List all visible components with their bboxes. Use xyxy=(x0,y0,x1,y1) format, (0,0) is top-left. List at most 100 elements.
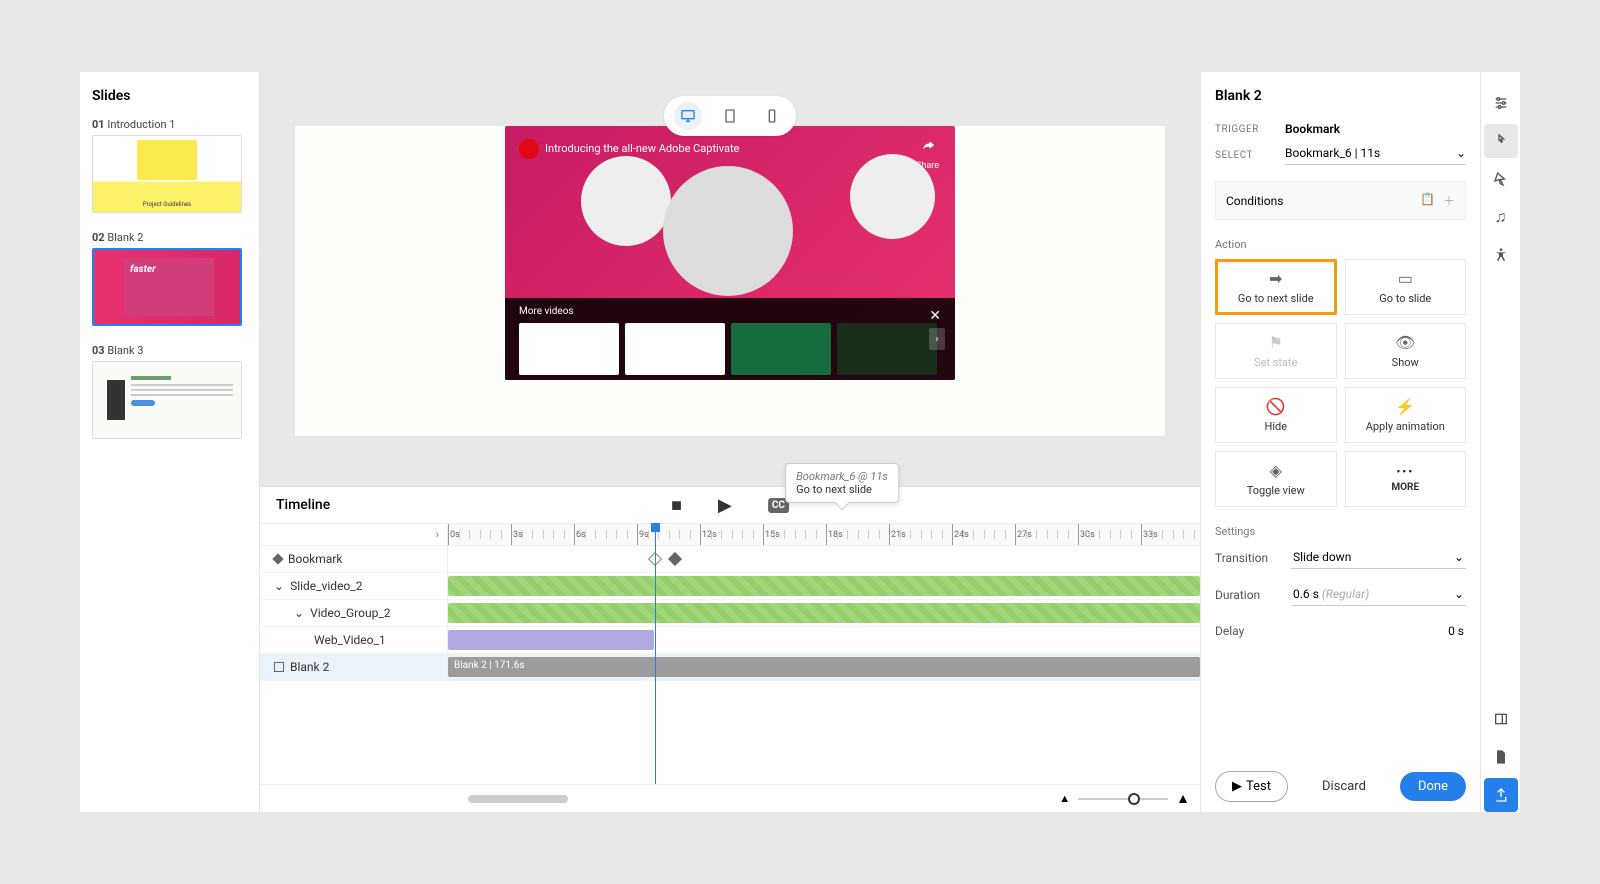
chevron-down-icon: ⌄ xyxy=(1454,587,1464,601)
slide-label: 03 Blank 3 xyxy=(92,344,247,357)
play-button[interactable]: ▶ xyxy=(718,495,732,516)
duration-select[interactable]: 0.6 s (Regular) ⌄ xyxy=(1291,583,1466,606)
timeline-scrollbar[interactable] xyxy=(468,795,568,803)
document-icon[interactable] xyxy=(1484,740,1518,774)
webvideo-track[interactable] xyxy=(448,627,1200,653)
inspector-panel: Blank 2 TRIGGER Bookmark SELECT Bookmark… xyxy=(1200,72,1480,812)
close-icon[interactable]: ✕ xyxy=(929,308,941,324)
paste-icon[interactable]: 📋 xyxy=(1420,192,1435,209)
playhead[interactable] xyxy=(655,524,656,784)
slide-thumb[interactable]: faster xyxy=(92,248,242,326)
dots-icon: ••• xyxy=(1396,465,1414,478)
action-show[interactable]: 👁 Show xyxy=(1345,323,1467,379)
ruler-expand-label[interactable]: › xyxy=(260,524,448,545)
tool-rail: ♫ xyxy=(1480,72,1520,812)
videogroup-track[interactable] xyxy=(448,600,1200,626)
panel-icon[interactable] xyxy=(1484,702,1518,736)
inspector-title: Blank 2 xyxy=(1215,88,1466,104)
slide-item-3[interactable]: 03 Blank 3 xyxy=(92,344,247,439)
action-go-to-next-slide[interactable]: ➡ Go to next slide xyxy=(1215,259,1337,315)
center-area: Introducing the all-new Adobe Captivate … xyxy=(260,72,1200,812)
slide-label: 02 Blank 2 xyxy=(92,231,247,244)
settings-icon[interactable] xyxy=(1484,86,1518,120)
bookmark-marker[interactable] xyxy=(668,552,682,566)
share-button[interactable] xyxy=(1484,778,1518,812)
slide-thumb[interactable]: Project Guidelines xyxy=(92,135,242,213)
accessibility-icon[interactable] xyxy=(1484,238,1518,272)
video-player[interactable]: Introducing the all-new Adobe Captivate … xyxy=(505,126,955,380)
chevron-down-icon: ⌄ xyxy=(1456,146,1466,160)
action-apply-animation[interactable]: ⚡ Apply animation xyxy=(1345,387,1467,443)
device-desktop-button[interactable] xyxy=(674,102,702,130)
zoom-in-icon[interactable]: ▲ xyxy=(1176,790,1190,807)
video-suggestion[interactable] xyxy=(519,323,619,375)
chevron-down-icon[interactable]: ⌄ xyxy=(274,579,284,593)
slide-thumb[interactable] xyxy=(92,361,242,439)
bookmark-select[interactable]: Bookmark_6 | 11s ⌄ xyxy=(1285,146,1466,165)
timeline-ruler[interactable]: 0s3s6s9s12s15s18s21s24s27s30s33s xyxy=(448,524,1200,545)
bookmark-track[interactable] xyxy=(448,546,1200,572)
slide-item-1[interactable]: 01 Introduction 1 Project Guidelines xyxy=(92,118,247,213)
device-switcher xyxy=(664,96,796,136)
app-window: Slides 01 Introduction 1 Project Guideli… xyxy=(80,72,1520,812)
track-label-blank2[interactable]: Blank 2 xyxy=(260,654,448,680)
next-video-icon[interactable]: › xyxy=(929,328,945,350)
slide-canvas[interactable]: Introducing the all-new Adobe Captivate … xyxy=(295,126,1165,436)
conditions-box[interactable]: Conditions 📋 ＋ xyxy=(1215,181,1466,220)
delay-input[interactable]: 0 s xyxy=(1291,620,1466,642)
stop-button[interactable]: ■ xyxy=(671,495,682,516)
timeline-header: Timeline ■ ▶ CC Bookmark_6 @ 11s Go to n… xyxy=(260,487,1200,524)
arrow-right-icon: ➡ xyxy=(1269,269,1282,288)
action-go-to-slide[interactable]: ▭ Go to slide xyxy=(1345,259,1467,315)
add-icon[interactable]: ＋ xyxy=(1443,192,1455,209)
slide-icon: ▭ xyxy=(1398,269,1413,288)
timeline-panel: Timeline ■ ▶ CC Bookmark_6 @ 11s Go to n… xyxy=(260,486,1200,812)
interactions-icon[interactable] xyxy=(1484,124,1518,158)
track-label-slidevideo[interactable]: ⌄ Slide_video_2 xyxy=(260,573,448,599)
action-grid: ➡ Go to next slide ▭ Go to slide ⚑ Set s… xyxy=(1215,259,1466,507)
blank2-track[interactable]: Blank 2 | 171.6s xyxy=(448,654,1200,680)
action-more[interactable]: ••• MORE xyxy=(1345,451,1467,507)
slide-item-2[interactable]: 02 Blank 2 faster xyxy=(92,231,247,326)
slide-icon xyxy=(274,662,284,672)
video-suggestion[interactable] xyxy=(731,323,831,375)
track-label-webvideo: Web_Video_1 xyxy=(260,627,448,653)
discard-button[interactable]: Discard xyxy=(1322,779,1366,794)
action-section-label: Action xyxy=(1215,238,1466,251)
slides-panel-title: Slides xyxy=(92,88,247,104)
chevron-down-icon[interactable]: ⌄ xyxy=(294,606,304,620)
timeline-footer: ▲ ▲ xyxy=(260,784,1200,812)
eye-icon: 👁 xyxy=(1395,333,1415,352)
timeline-title: Timeline xyxy=(276,497,330,513)
transition-select[interactable]: Slide down ⌄ xyxy=(1291,546,1466,569)
device-mobile-button[interactable] xyxy=(758,102,786,130)
blank2-bar[interactable]: Blank 2 | 171.6s xyxy=(448,657,1200,677)
canvas-area: Introducing the all-new Adobe Captivate … xyxy=(260,72,1200,486)
zoom-out-icon[interactable]: ▲ xyxy=(1059,792,1070,805)
animations-icon[interactable] xyxy=(1484,162,1518,196)
slides-panel: Slides 01 Introduction 1 Project Guideli… xyxy=(80,72,260,812)
video-suggestion[interactable] xyxy=(837,323,937,375)
action-hide[interactable]: 🚫 Hide xyxy=(1215,387,1337,443)
trigger-value: Bookmark xyxy=(1285,122,1466,136)
more-videos-overlay: More videos ✕ › xyxy=(505,298,955,380)
test-button[interactable]: ▶ Test xyxy=(1215,771,1288,802)
bookmark-tooltip: Bookmark_6 @ 11s Go to next slide xyxy=(785,463,899,503)
audio-icon[interactable]: ♫ xyxy=(1484,200,1518,234)
action-set-state[interactable]: ⚑ Set state xyxy=(1215,323,1337,379)
action-toggle-view[interactable]: ◈ Toggle view xyxy=(1215,451,1337,507)
track-label-videogroup[interactable]: ⌄ Video_Group_2 xyxy=(260,600,448,626)
video-suggestion[interactable] xyxy=(625,323,725,375)
device-tablet-button[interactable] xyxy=(716,102,744,130)
zoom-slider[interactable] xyxy=(1078,798,1168,800)
done-button[interactable]: Done xyxy=(1400,772,1466,801)
flag-icon: ⚑ xyxy=(1269,333,1283,352)
play-icon: ▶ xyxy=(1232,779,1242,794)
more-videos-title: More videos xyxy=(519,306,941,317)
slidevideo-track[interactable] xyxy=(448,573,1200,599)
playback-controls: ■ ▶ CC xyxy=(671,495,789,516)
bolt-icon: ⚡ xyxy=(1395,397,1415,416)
track-label-bookmark: Bookmark xyxy=(260,546,448,572)
settings-section-label: Settings xyxy=(1215,525,1466,538)
adobe-logo-icon xyxy=(519,139,539,159)
